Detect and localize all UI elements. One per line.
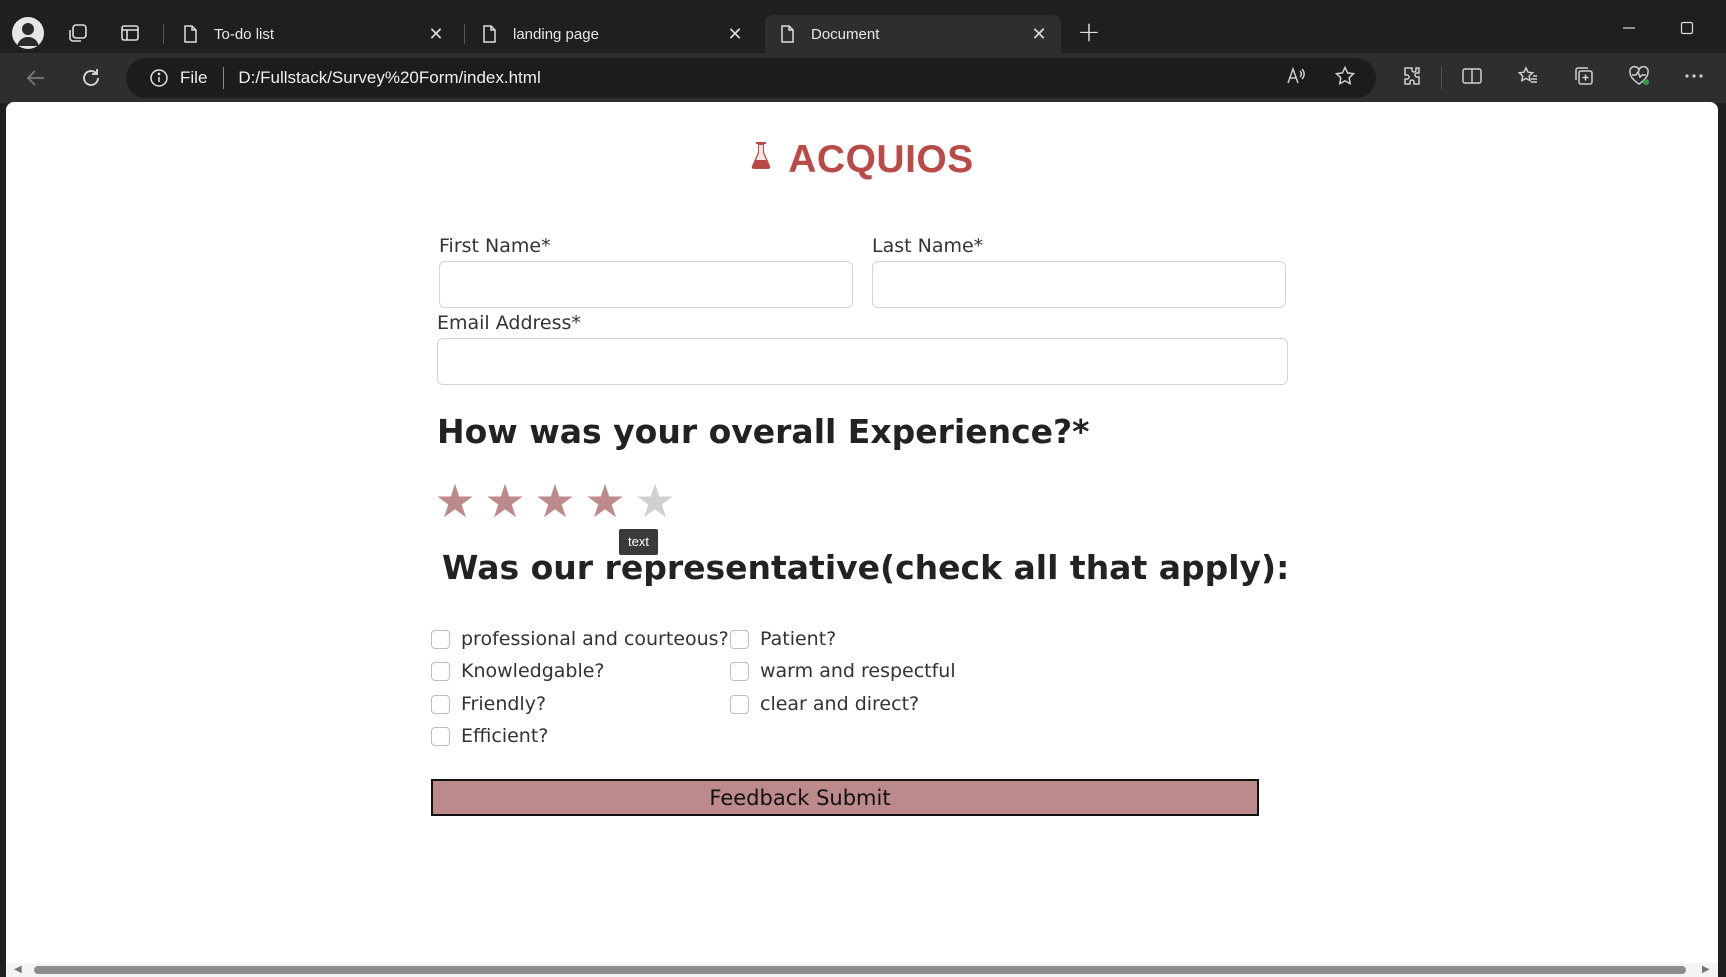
info-icon[interactable] [148, 67, 170, 89]
refresh-icon[interactable] [75, 62, 107, 94]
favorite-star-icon[interactable] [1331, 62, 1359, 90]
document-icon [777, 24, 797, 44]
tab-title: To-do list [214, 25, 275, 43]
toolbar-divider [1441, 67, 1442, 89]
option-label: warm and respectful [760, 660, 956, 682]
star-icon[interactable]: ★ [580, 476, 630, 526]
experience-question: How was your overall Experience?* [437, 412, 1090, 451]
extensions-icon[interactable] [1398, 62, 1426, 90]
brand-header: ACQUIOS [6, 138, 1718, 182]
brand-name: ACQUIOS [788, 138, 974, 181]
option-professional[interactable]: professional and courteous? [431, 628, 729, 650]
split-screen-icon[interactable] [1458, 62, 1486, 90]
checkbox[interactable] [730, 629, 749, 649]
tab-todo-list[interactable]: To-do list ✕ [168, 15, 458, 53]
vertical-tabs-icon[interactable] [114, 17, 146, 49]
scroll-right-icon[interactable]: ▶ [1702, 965, 1712, 975]
collections-icon[interactable] [1570, 62, 1598, 90]
tab-title: landing page [513, 25, 599, 43]
close-tab-icon[interactable]: ✕ [723, 22, 747, 46]
maximize-icon[interactable] [1672, 16, 1702, 40]
minimize-icon[interactable] [1614, 16, 1644, 40]
submit-label: Feedback Submit [709, 785, 891, 810]
checkbox[interactable] [730, 694, 749, 714]
checkbox[interactable] [431, 661, 450, 681]
option-label: clear and direct? [760, 693, 920, 715]
option-label: professional and courteous? [461, 628, 729, 650]
option-label: Friendly? [461, 693, 547, 715]
tab-title: Document [811, 25, 880, 43]
email-input[interactable] [437, 338, 1288, 385]
option-knowledgable[interactable]: Knowledgable? [431, 660, 605, 682]
option-label: Patient? [760, 628, 837, 650]
option-label: Knowledgable? [461, 660, 605, 682]
close-tab-icon[interactable]: ✕ [424, 22, 448, 46]
checkbox[interactable] [431, 694, 450, 714]
email-label: Email Address* [437, 312, 581, 334]
tab-divider [163, 24, 164, 44]
first-name-label: First Name* [439, 235, 551, 257]
first-name-input[interactable] [439, 261, 853, 308]
checkbox[interactable] [431, 629, 450, 649]
document-icon [180, 24, 200, 44]
tab-landing-page[interactable]: landing page ✕ [467, 15, 757, 53]
url-text[interactable]: D:/Fullstack/Survey%20Form/index.html [238, 68, 540, 88]
option-friendly[interactable]: Friendly? [431, 693, 546, 715]
address-bar[interactable]: File D:/Fullstack/Survey%20Form/index.ht… [126, 58, 1376, 98]
flask-icon [750, 136, 772, 180]
more-options-icon[interactable] [1680, 62, 1708, 90]
checkbox[interactable] [730, 661, 749, 681]
tab-document[interactable]: Document ✕ [765, 15, 1061, 53]
scroll-left-icon[interactable]: ◀ [14, 965, 24, 975]
star-icon[interactable]: ★ [430, 476, 480, 526]
back-arrow-icon[interactable] [20, 62, 52, 94]
favorites-icon[interactable] [1514, 62, 1542, 90]
browser-essentials-icon[interactable] [1625, 62, 1653, 90]
option-label: Efficient? [461, 725, 549, 747]
workspaces-icon[interactable] [62, 17, 94, 49]
option-efficient[interactable]: Efficient? [431, 725, 548, 747]
option-clear-direct[interactable]: clear and direct? [730, 693, 919, 715]
profile-avatar-icon[interactable] [12, 17, 44, 49]
last-name-input[interactable] [872, 261, 1286, 308]
new-tab-button[interactable]: + [1074, 18, 1104, 48]
star-icon[interactable]: ★ [480, 476, 530, 526]
feedback-submit-button[interactable]: Feedback Submit [431, 779, 1259, 816]
option-patient[interactable]: Patient? [730, 628, 836, 650]
document-icon [479, 24, 499, 44]
star-icon[interactable]: ★ [630, 476, 680, 526]
omnibox-divider [223, 67, 225, 89]
horizontal-scrollbar[interactable]: ◀ ▶ [6, 963, 1718, 977]
scrollbar-thumb[interactable] [34, 966, 1686, 974]
navigation-bar: File D:/Fullstack/Survey%20Form/index.ht… [0, 53, 1726, 103]
url-scheme-label: File [180, 68, 208, 87]
page-viewport: ACQUIOS First Name* Last Name* Email Add… [6, 102, 1718, 977]
read-aloud-icon[interactable] [1282, 62, 1310, 90]
checkbox[interactable] [431, 726, 450, 746]
tab-divider [464, 24, 465, 44]
option-warm-respectful[interactable]: warm and respectful [730, 660, 956, 682]
representative-question: Was our representative(check all that ap… [442, 548, 1290, 587]
star-rating[interactable]: ★ ★ ★ ★ ★ [430, 476, 680, 526]
last-name-label: Last Name* [872, 235, 984, 257]
tab-strip: To-do list ✕ landing page ✕ Document ✕ + [0, 0, 1726, 58]
close-tab-icon[interactable]: ✕ [1027, 22, 1051, 46]
star-icon[interactable]: ★ [530, 476, 580, 526]
